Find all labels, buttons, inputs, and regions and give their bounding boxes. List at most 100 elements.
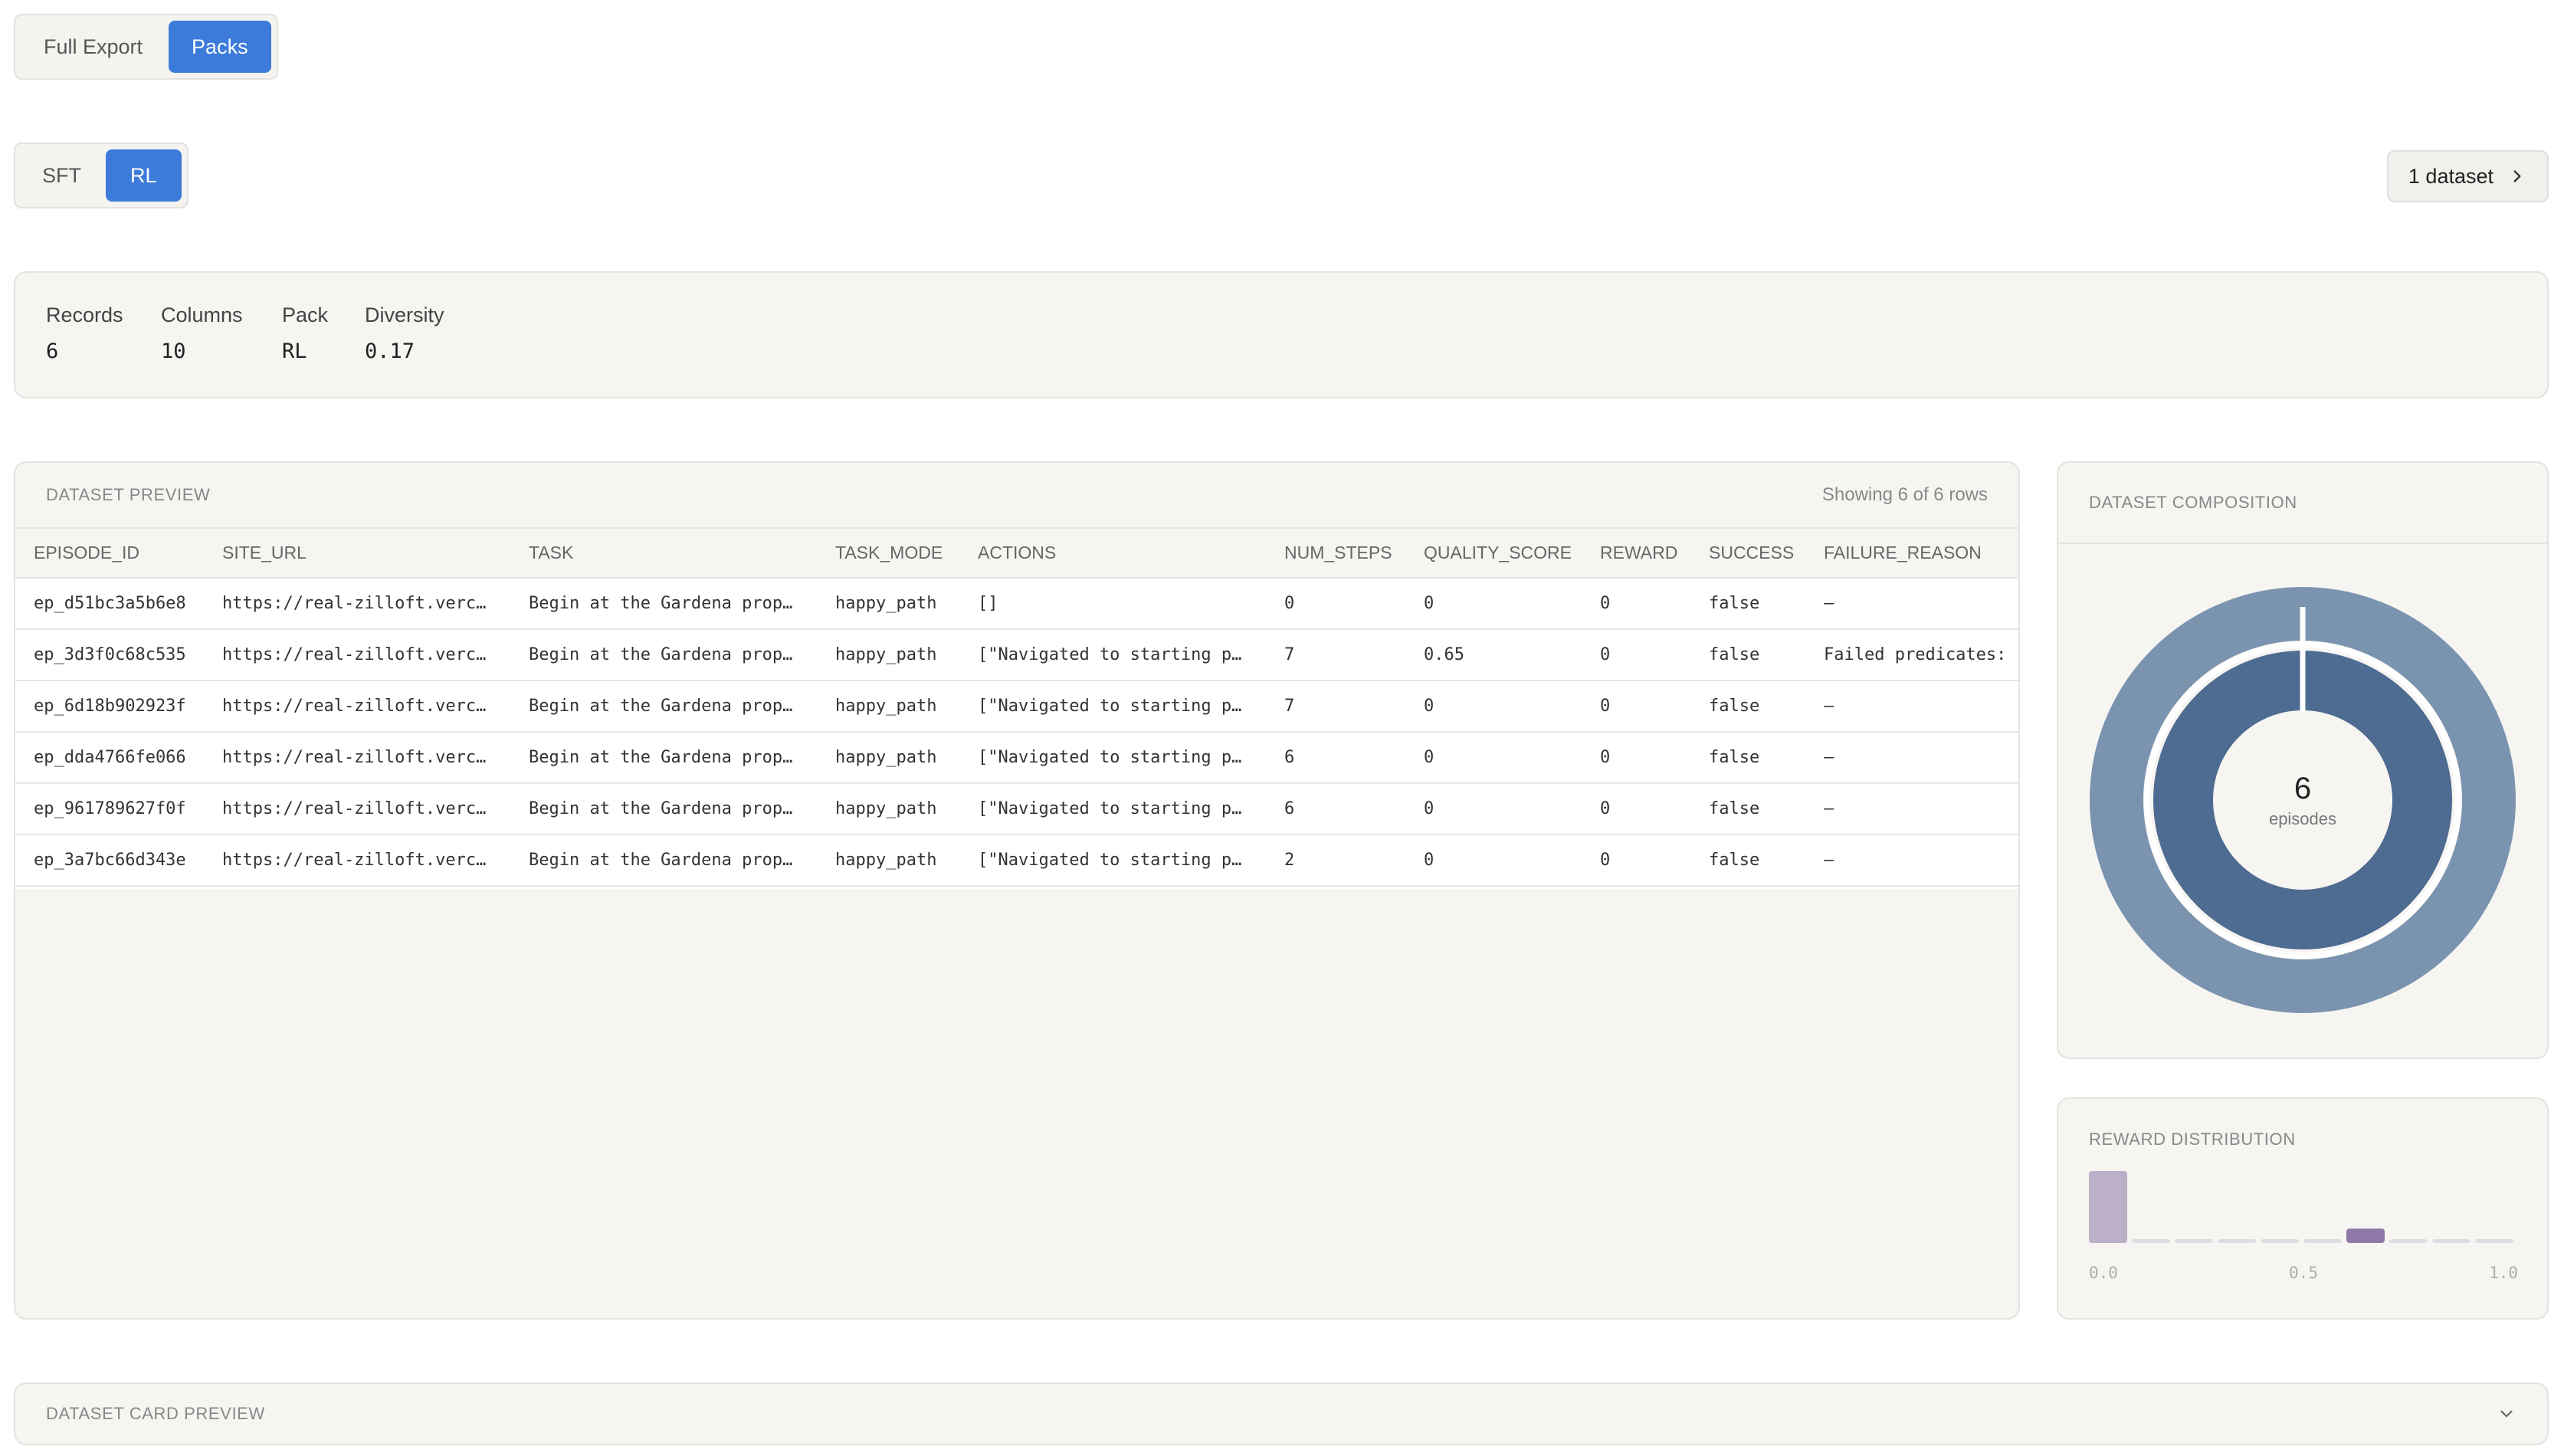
table-cell: https://real-zilloft.verc… (204, 783, 510, 835)
stat-pack: Pack RL (282, 303, 328, 363)
reward-distribution-title: REWARD DISTRIBUTION (2089, 1130, 2296, 1149)
table-cell: ep_d51bc3a5b6e8 (15, 578, 204, 630)
dataset-card-preview-section[interactable]: DATASET CARD PREVIEW (14, 1382, 2549, 1445)
table-cell: Begin at the Gardena prop… (510, 578, 817, 630)
table-row[interactable]: ep_961789627f0f https://real-zilloft.verc… (15, 783, 2018, 835)
packs-tab[interactable]: Packs (169, 21, 271, 73)
chevron-right-icon (2513, 170, 2521, 182)
table-cell: 7 (1266, 680, 1405, 733)
table-row[interactable]: ep_dda4766fe066 https://real-zilloft.verc… (15, 732, 2018, 784)
reward-distribution-card: REWARD DISTRIBUTION 0.0 0.5 1.0 (2057, 1097, 2549, 1320)
table-cell: 2 (1266, 835, 1405, 887)
table-cell: 0.65 (1405, 629, 1582, 681)
table-cell: https://real-zilloft.verc… (204, 629, 510, 681)
stat-label: Columns (161, 303, 243, 326)
table-cell: 0 (1582, 578, 1690, 630)
table-cell: ["Navigated to starting p… (959, 629, 1266, 681)
table-cell: false (1690, 783, 1805, 835)
table-cell: happy_path (817, 629, 959, 681)
table-cell: — (1805, 835, 2018, 887)
table-cell: — (1805, 578, 2018, 630)
sft-tab[interactable]: SFT (21, 149, 103, 202)
table-cell: 0 (1266, 578, 1405, 630)
export-type-toggle: Full Export Packs (14, 14, 278, 80)
table-cell: https://real-zilloft.verc… (204, 578, 510, 630)
table-cell: 0 (1582, 629, 1690, 681)
composition-header: DATASET COMPOSITION (2058, 463, 2547, 544)
table-cell: https://real-zilloft.verc… (204, 680, 510, 733)
histogram-bar (2389, 1239, 2428, 1243)
stats-summary-card: Records 6 Columns 10 Pack RL Diversity 0… (14, 271, 2549, 398)
table-row[interactable]: ep_6d18b902923f https://real-zilloft.verc… (15, 680, 2018, 733)
histogram-tick-label: 0.0 (2089, 1264, 2118, 1282)
table-cell: happy_path (817, 732, 959, 784)
dataset-preview-header: DATASET PREVIEW Showing 6 of 6 rows (15, 463, 2018, 529)
table-cell: 0 (1405, 732, 1582, 784)
column-header[interactable]: EPISODE_ID (15, 529, 204, 579)
table-cell: Begin at the Gardena prop… (510, 835, 817, 887)
column-header[interactable]: SITE_URL (204, 529, 510, 579)
column-header[interactable]: FAILURE_REASON (1805, 529, 2018, 579)
table-cell: 6 (1266, 732, 1405, 784)
stat-value: RL (282, 339, 307, 363)
histogram-bar (2475, 1239, 2513, 1243)
table-cell: ep_3d3f0c68c535 (15, 629, 204, 681)
composition-donut-chart: 6 episodes (2090, 587, 2516, 1013)
dataset-preview-table-container[interactable]: EPISODE_ID SITE_URL TASK TASK_MODE ACTIONS NU… (15, 529, 2018, 889)
table-cell: — (1805, 783, 2018, 835)
table-cell: happy_path (817, 578, 959, 630)
histogram-bar (2175, 1239, 2213, 1243)
table-cell: 0 (1582, 783, 1690, 835)
table-cell: 0 (1582, 680, 1690, 733)
table-cell: false (1690, 629, 1805, 681)
table-cell: false (1690, 578, 1805, 630)
table-cell: 0 (1582, 835, 1690, 887)
histogram-tick-label: 1.0 (2489, 1264, 2518, 1282)
histogram-bar (2089, 1171, 2127, 1243)
stat-value: 0.17 (365, 339, 415, 363)
stat-value: 10 (161, 339, 186, 363)
stat-label: Records (46, 303, 123, 326)
table-cell: 7 (1266, 629, 1405, 681)
table-cell: Begin at the Gardena prop… (510, 732, 817, 784)
chevron-down-icon[interactable] (2497, 1404, 2516, 1424)
table-cell: — (1805, 680, 2018, 733)
composition-title: DATASET COMPOSITION (2089, 493, 2297, 512)
table-cell: https://real-zilloft.verc… (204, 732, 510, 784)
dataset-selector-button[interactable]: 1 dataset (2386, 150, 2549, 202)
rl-tab[interactable]: RL (106, 149, 182, 202)
histogram-bar (2218, 1239, 2256, 1243)
table-row[interactable]: ep_3d3f0c68c535 https://real-zilloft.verc… (15, 629, 2018, 681)
column-header[interactable]: ACTIONS (959, 529, 1266, 579)
dataset-preview-table: EPISODE_ID SITE_URL TASK TASK_MODE ACTIONS NU… (15, 529, 2018, 887)
table-cell: Begin at the Gardena prop… (510, 783, 817, 835)
table-cell: ep_3a7bc66d343e (15, 835, 204, 887)
stat-value: 6 (46, 339, 59, 363)
table-cell: ep_6d18b902923f (15, 680, 204, 733)
table-cell: 0 (1582, 732, 1690, 784)
table-cell: 0 (1405, 783, 1582, 835)
column-header[interactable]: NUM_STEPS (1266, 529, 1405, 579)
column-header[interactable]: REWARD (1582, 529, 1690, 579)
table-row[interactable]: ep_3a7bc66d343e https://real-zilloft.verc… (15, 835, 2018, 887)
column-header[interactable]: QUALITY_SCORE (1405, 529, 1582, 579)
table-row[interactable]: ep_d51bc3a5b6e8 https://real-zilloft.verc… (15, 578, 2018, 630)
table-cell: ep_dda4766fe066 (15, 732, 204, 784)
stat-records: Records 6 (46, 303, 123, 363)
table-cell: Failed predicates: (1805, 629, 2018, 681)
table-header-row: EPISODE_ID SITE_URL TASK TASK_MODE ACTIONS NU… (15, 529, 2018, 579)
column-header[interactable]: TASK (510, 529, 817, 579)
dataset-count-label: 1 dataset (2408, 164, 2494, 188)
column-header[interactable]: SUCCESS (1690, 529, 1805, 579)
histogram-bar (2303, 1239, 2342, 1243)
full-export-tab[interactable]: Full Export (21, 21, 166, 73)
table-cell: happy_path (817, 783, 959, 835)
histogram-bar (2132, 1239, 2170, 1243)
dataset-composition-card: DATASET COMPOSITION 6 episodes (2057, 461, 2549, 1059)
table-cell: ["Navigated to starting p… (959, 732, 1266, 784)
stat-diversity: Diversity 0.17 (365, 303, 444, 363)
row-count-label: Showing 6 of 6 rows (1821, 484, 1988, 505)
column-header[interactable]: TASK_MODE (817, 529, 959, 579)
table-cell: false (1690, 680, 1805, 733)
table-cell: [] (959, 578, 1266, 630)
